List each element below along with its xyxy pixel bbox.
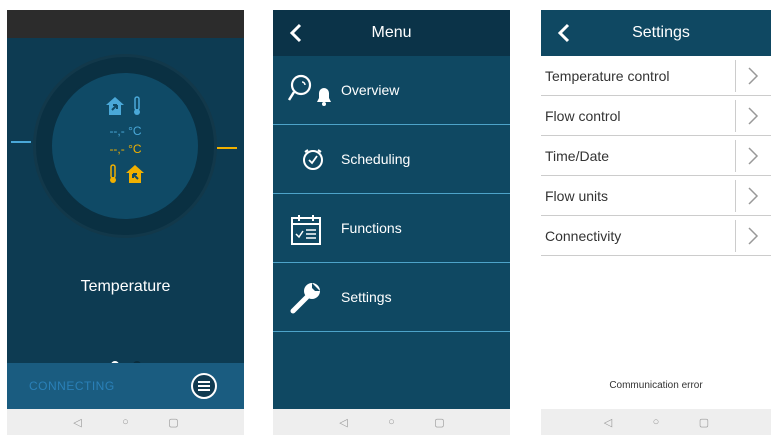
bottom-bar: CONNECTING <box>7 363 244 409</box>
nav-home-button[interactable]: ○ <box>649 416 663 428</box>
chevron-right-icon <box>748 107 759 125</box>
nav-home-button[interactable]: ○ <box>385 416 399 428</box>
settings-item-flow-units[interactable]: Flow units <box>541 176 771 216</box>
temperature-screen: --,- °C --,- °C Temperature CONNECTING ◁… <box>7 10 244 435</box>
menu-screen: Menu Overview Scheduling Functions Setti… <box>273 10 510 435</box>
chevron-right-icon <box>748 67 759 85</box>
settings-item-label: Flow control <box>545 108 621 124</box>
error-message: Communication error <box>609 380 703 391</box>
nav-home-button[interactable]: ○ <box>119 416 133 428</box>
settings-item-connectivity[interactable]: Connectivity <box>541 216 771 256</box>
settings-item-time-date[interactable]: Time/Date <box>541 136 771 176</box>
menu-button[interactable] <box>191 373 217 399</box>
page-title: Temperature <box>80 278 171 295</box>
divider <box>735 100 736 132</box>
divider <box>735 220 736 252</box>
nav-recents-button[interactable]: ▢ <box>697 416 711 429</box>
menu-item-scheduling[interactable]: Scheduling <box>273 125 510 194</box>
system-navbar: ◁ ○ ▢ <box>541 409 771 435</box>
connection-status: CONNECTING <box>29 379 115 393</box>
header: Settings <box>541 10 771 56</box>
house-inflow-icon <box>106 97 124 115</box>
temperature-panel: --,- °C --,- °C Temperature <box>7 38 244 369</box>
menu-item-overview[interactable]: Overview <box>273 56 510 125</box>
menu-icon <box>198 381 210 383</box>
chevron-right-icon <box>748 227 759 245</box>
system-navbar: ◁ ○ ▢ <box>273 409 510 435</box>
settings-item-label: Time/Date <box>545 148 610 164</box>
page-title: Settings <box>632 24 690 41</box>
menu-item-functions[interactable]: Functions <box>273 194 510 263</box>
nav-recents-button[interactable]: ▢ <box>433 416 447 429</box>
settings-screen: Settings Temperature control Flow contro… <box>541 10 771 435</box>
thermometer-icon <box>110 164 116 183</box>
settings-item-label: Connectivity <box>545 228 622 244</box>
menu-item-settings[interactable]: Settings <box>273 263 510 332</box>
inflow-temperature: --,- °C <box>109 124 142 138</box>
settings-item-flow-control[interactable]: Flow control <box>541 96 771 136</box>
status-bar <box>7 10 244 38</box>
divider <box>735 180 736 212</box>
settings-item-label: Flow units <box>545 188 609 204</box>
nav-back-button[interactable]: ◁ <box>337 416 351 429</box>
system-navbar: ◁ ○ ▢ <box>7 409 244 435</box>
nav-recents-button[interactable]: ▢ <box>167 416 181 429</box>
inflow-icons <box>104 96 142 116</box>
page-title: Menu <box>371 24 412 41</box>
settings-item-temperature-control[interactable]: Temperature control <box>541 56 771 96</box>
divider <box>735 140 736 172</box>
nav-back-button[interactable]: ◁ <box>601 416 615 429</box>
back-icon[interactable] <box>287 22 307 44</box>
thermometer-icon <box>134 96 140 115</box>
house-outflow-icon <box>126 165 144 183</box>
overview-icon <box>287 74 331 106</box>
nav-back-button[interactable]: ◁ <box>71 416 85 429</box>
menu-item-label: Scheduling <box>341 151 411 167</box>
wrench-icon <box>290 283 320 314</box>
outflow-temperature: --,- °C <box>109 142 142 156</box>
divider <box>735 60 736 92</box>
settings-item-label: Temperature control <box>545 68 670 84</box>
menu-item-label: Overview <box>341 82 400 98</box>
back-icon[interactable] <box>555 22 575 44</box>
header: Menu <box>273 10 510 56</box>
menu-item-label: Functions <box>341 220 402 236</box>
outflow-icons <box>108 164 146 184</box>
menu-item-label: Settings <box>341 289 392 305</box>
calendar-icon <box>291 215 321 245</box>
chevron-right-icon <box>748 147 759 165</box>
clock-icon <box>303 149 323 170</box>
chevron-right-icon <box>748 187 759 205</box>
